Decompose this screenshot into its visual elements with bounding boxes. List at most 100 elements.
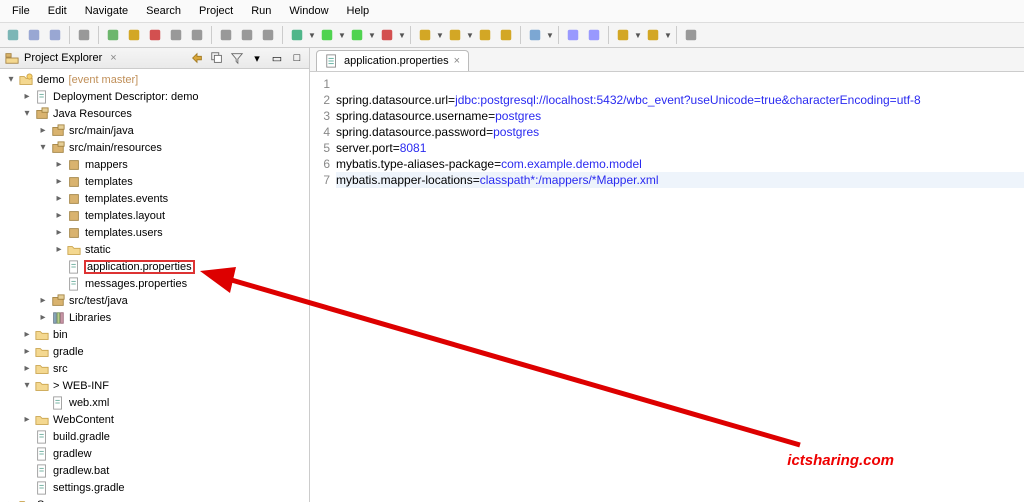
menu-run[interactable]: Run [243,2,279,20]
dropdown-arrow[interactable]: ▼ [664,31,672,40]
forward-icon[interactable] [643,25,663,45]
twistie-icon[interactable] [20,346,34,357]
tree-src-main-java[interactable]: src/main/java [0,122,309,139]
pin-icon[interactable] [681,25,701,45]
open-task-icon[interactable] [563,25,583,45]
tree-templates-events[interactable]: templates.events [0,190,309,207]
maximize-icon[interactable]: □ [289,50,305,66]
menu-help[interactable]: Help [339,2,378,20]
filter-icon[interactable] [229,50,245,66]
debug-icon[interactable] [287,25,307,45]
new-icon[interactable] [3,25,23,45]
menu-search[interactable]: Search [138,2,189,20]
skip-icon[interactable] [216,25,236,45]
code-line[interactable]: mybatis.mapper-locations=classpath*:/map… [336,172,1024,188]
tree-webcontent[interactable]: WebContent [0,411,309,428]
menu-edit[interactable]: Edit [40,2,75,20]
new-task-icon[interactable] [584,25,604,45]
step-icon[interactable] [166,25,186,45]
terminate-icon[interactable] [145,25,165,45]
twistie-icon[interactable] [36,295,50,306]
twistie-icon[interactable] [20,329,34,340]
open-type-icon[interactable] [475,25,495,45]
server-icon[interactable] [445,25,465,45]
twistie-icon[interactable] [20,91,34,102]
tab-close-x[interactable]: × [110,52,116,64]
tree-src[interactable]: src [0,360,309,377]
twistie-icon[interactable] [52,244,66,255]
paragraph-icon[interactable] [258,25,278,45]
twistie-icon[interactable] [20,108,34,119]
twistie-icon[interactable] [36,312,50,323]
tree-static[interactable]: static [0,241,309,258]
tree-deploy[interactable]: Deployment Descriptor: demo [0,88,309,105]
twistie-icon[interactable] [52,159,66,170]
run-last-icon[interactable] [347,25,367,45]
code-line[interactable]: spring.datasource.username=postgres [336,108,1024,124]
twistie-icon[interactable] [20,363,34,374]
code-line[interactable]: spring.datasource.url=jdbc:postgresql://… [336,92,1024,108]
toggle-breadcrumb-icon[interactable] [74,25,94,45]
twistie-icon[interactable] [52,176,66,187]
twistie-icon[interactable] [36,142,50,153]
dropdown-arrow[interactable]: ▼ [634,31,642,40]
twistie-icon[interactable] [52,227,66,238]
tree-servers[interactable]: Servers [0,496,309,502]
suspend-icon[interactable] [124,25,144,45]
twistie-icon[interactable] [36,125,50,136]
step-over-icon[interactable] [187,25,207,45]
dropdown-arrow[interactable]: ▼ [546,31,554,40]
dropdown-arrow[interactable]: ▼ [466,31,474,40]
tree-java-resources[interactable]: Java Resources [0,105,309,122]
tree-templates[interactable]: templates [0,173,309,190]
menu-file[interactable]: File [4,2,38,20]
new-server-icon[interactable] [415,25,435,45]
twistie-icon[interactable] [20,380,34,391]
tree-messages-properties[interactable]: messages.properties [0,275,309,292]
twistie-icon[interactable] [4,499,18,502]
link-editor-icon[interactable] [189,50,205,66]
tree-src-main-resources[interactable]: src/main/resources [0,139,309,156]
tree-demo[interactable]: demo[event master] [0,71,309,88]
tree-libraries[interactable]: Libraries [0,309,309,326]
resume-icon[interactable] [103,25,123,45]
minimize-icon[interactable]: ▭ [269,50,285,66]
tree-bin[interactable]: bin [0,326,309,343]
collapse-all-icon[interactable] [209,50,225,66]
tree-src-test-java[interactable]: src/test/java [0,292,309,309]
menu-project[interactable]: Project [191,2,241,20]
tree-templates-users[interactable]: templates.users [0,224,309,241]
code-content[interactable]: spring.datasource.url=jdbc:postgresql://… [336,76,1024,502]
back-icon[interactable] [613,25,633,45]
link-icon[interactable] [237,25,257,45]
tree-templates-layout[interactable]: templates.layout [0,207,309,224]
tree-web-inf[interactable]: > WEB-INF [0,377,309,394]
tree-application-properties[interactable]: application.properties [0,258,309,275]
text-editor[interactable]: 1234567 spring.datasource.url=jdbc:postg… [310,72,1024,502]
code-line[interactable]: server.port=8081 [336,140,1024,156]
dropdown-arrow[interactable]: ▼ [308,31,316,40]
tree-web-xml[interactable]: web.xml [0,394,309,411]
twistie-icon[interactable] [52,210,66,221]
code-line[interactable] [336,76,1024,92]
save-icon[interactable] [24,25,44,45]
tree-gradlew[interactable]: gradlew [0,445,309,462]
tree-settings-gradle[interactable]: settings.gradle [0,479,309,496]
editor-tab-close[interactable]: × [454,55,460,67]
new-java-icon[interactable] [496,25,516,45]
save-all-icon[interactable] [45,25,65,45]
tree-gradle[interactable]: gradle [0,343,309,360]
twistie-icon[interactable] [20,414,34,425]
dropdown-arrow[interactable]: ▼ [398,31,406,40]
editor-tab-application-properties[interactable]: application.properties × [316,50,469,71]
run-icon[interactable] [317,25,337,45]
twistie-icon[interactable] [4,74,18,85]
ext-tools-icon[interactable] [377,25,397,45]
dropdown-arrow[interactable]: ▼ [338,31,346,40]
project-tree[interactable]: demo[event master]Deployment Descriptor:… [0,69,309,502]
dropdown-arrow[interactable]: ▼ [368,31,376,40]
tree-build-gradle[interactable]: build.gradle [0,428,309,445]
dropdown-arrow[interactable]: ▼ [436,31,444,40]
search-icon[interactable] [525,25,545,45]
tree-mappers[interactable]: mappers [0,156,309,173]
